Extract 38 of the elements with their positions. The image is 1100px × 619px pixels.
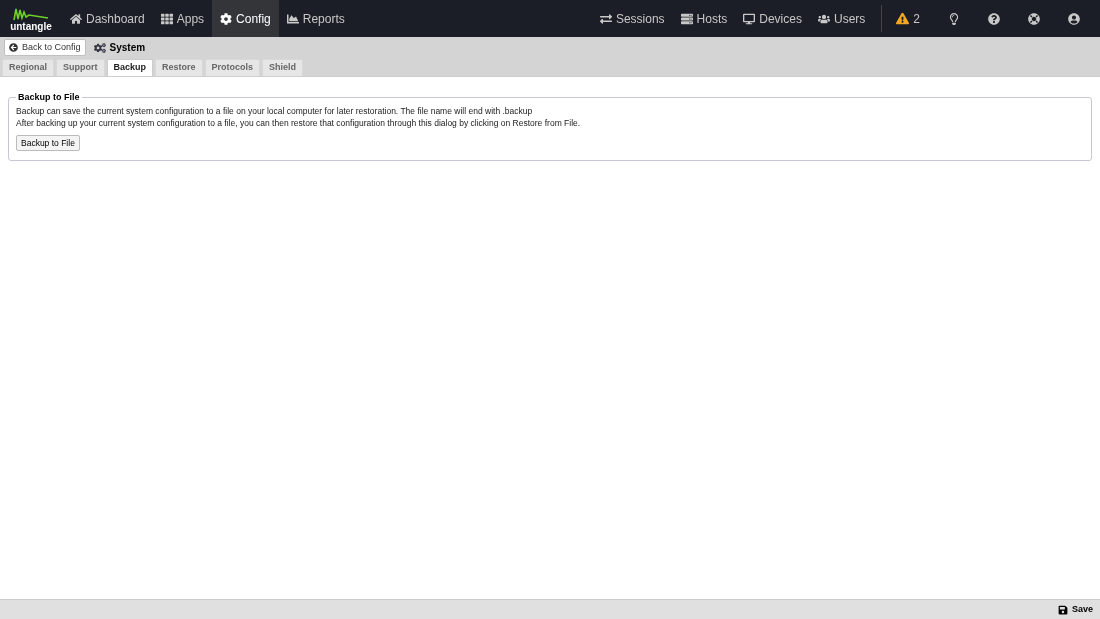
tab[interactable]: Support — [56, 59, 105, 76]
tab[interactable]: Shield — [262, 59, 304, 76]
lifebuoy-icon — [1028, 12, 1040, 25]
tab[interactable]: Backup — [106, 59, 154, 76]
nav-tab[interactable]: Apps — [152, 0, 213, 37]
help-icon — [988, 12, 1000, 25]
nav-link[interactable]: Hosts — [672, 0, 736, 37]
arrows-icon — [599, 12, 612, 25]
lightbulb-icon — [948, 12, 960, 25]
home-icon — [70, 12, 82, 25]
gear-icon — [220, 12, 233, 25]
back-button[interactable]: Back to Config — [4, 39, 86, 56]
area-chart-icon — [286, 12, 299, 25]
nav-link[interactable]: Users — [809, 0, 874, 37]
alerts-button[interactable]: 2 — [882, 0, 934, 37]
description-text: After backing up your current system configuration to a file, you can then restore that configuration through this dialog by clicking on Restore from File. — [16, 116, 582, 129]
nav-tab[interactable]: Config — [212, 0, 279, 37]
tab[interactable]: Protocols — [204, 59, 261, 76]
description-text: Backup can save the current system configuration to a file on your local computer for later restoration. The file name will end with .backup — [16, 104, 534, 117]
backup-button[interactable]: Backup to File — [16, 134, 80, 151]
tab[interactable]: Restore — [155, 59, 203, 76]
nav-link[interactable]: Sessions — [591, 0, 673, 37]
users-icon — [817, 12, 830, 25]
monitor-icon — [743, 12, 756, 25]
system-icon — [93, 41, 106, 54]
panel-legend: Backup to File — [16, 91, 82, 105]
grid-icon — [160, 12, 173, 25]
save-button[interactable]: Save — [1057, 602, 1093, 617]
tab[interactable]: Regional — [2, 59, 54, 76]
warning-icon — [896, 12, 910, 25]
server-icon — [680, 12, 693, 25]
logo[interactable]: untangle — [0, 0, 62, 37]
nav-tab[interactable]: Dashboard — [62, 0, 153, 37]
nav-tab[interactable]: Reports — [278, 0, 353, 37]
page-title: System — [109, 41, 146, 55]
back-arrow-icon — [9, 43, 18, 52]
user-icon — [1068, 12, 1080, 25]
nav-link[interactable]: Devices — [735, 0, 810, 37]
